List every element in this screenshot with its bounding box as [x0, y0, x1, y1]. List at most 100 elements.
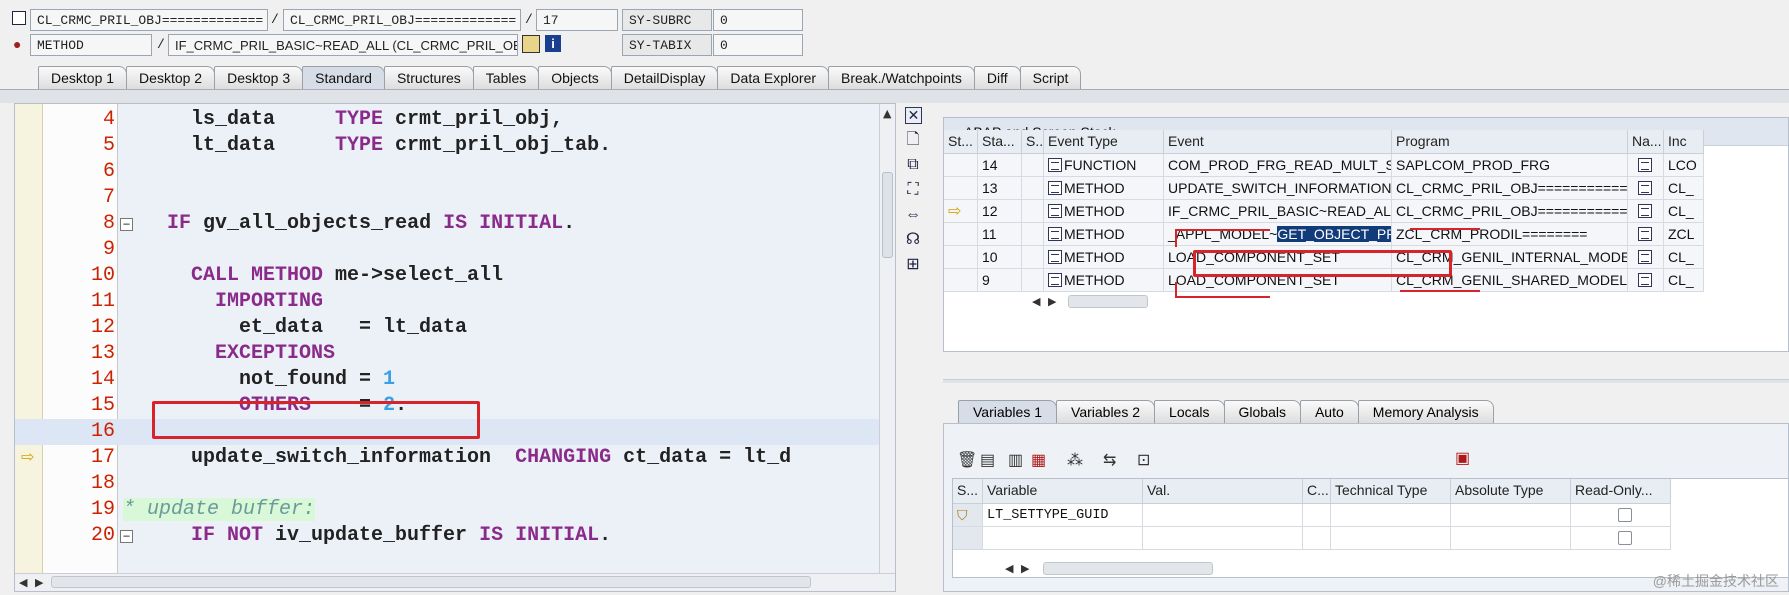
tab-memory-analysis[interactable]: Memory Analysis — [1357, 400, 1494, 424]
headset-icon[interactable]: ☊ — [902, 230, 924, 250]
scroll-right-icon[interactable]: ▶ — [1048, 295, 1056, 308]
code-line[interactable]: 7 — [15, 185, 881, 211]
navigate-icon[interactable] — [1638, 273, 1652, 287]
delete-icon[interactable]: 🗑 — [957, 451, 977, 471]
delete-row-icon[interactable]: ▦ — [1031, 451, 1046, 471]
tab-standard[interactable]: Standard — [302, 66, 385, 90]
code-line[interactable]: 19 * update buffer: — [15, 497, 881, 523]
stack-include[interactable]: CL_ — [1664, 200, 1704, 223]
scroll-h-thumb[interactable] — [1043, 562, 1213, 575]
variable-name-input[interactable] — [983, 527, 1143, 550]
scroll-left-icon[interactable]: ◀ — [1032, 295, 1040, 308]
code-line[interactable]: 12 et_data = lt_data — [15, 315, 881, 341]
stack-column-header[interactable]: Event Type — [1044, 130, 1164, 154]
stack-status[interactable] — [1022, 154, 1044, 177]
navigate-icon[interactable] — [1628, 154, 1664, 177]
stack-event-type[interactable]: METHOD — [1044, 200, 1164, 223]
navigate-icon[interactable] — [1628, 246, 1664, 269]
stack-column-header[interactable]: Program — [1392, 130, 1628, 154]
program-field[interactable]: CL_CRMC_PRIL_OBJ============= — [30, 9, 268, 31]
tab-variables-1[interactable]: Variables 1 — [958, 400, 1058, 424]
include-field[interactable]: CL_CRMC_PRIL_OBJ============= — [283, 9, 521, 31]
variables-cell[interactable] — [1303, 527, 1331, 550]
stack-column-header[interactable]: Na... — [1628, 130, 1664, 154]
stack-row-marker[interactable]: ⇨ — [944, 200, 978, 223]
tab-desktop-1[interactable]: Desktop 1 — [38, 66, 128, 90]
tab-desktop-3[interactable]: Desktop 3 — [214, 66, 304, 90]
variables-cell[interactable]: ⛉ — [953, 504, 983, 527]
stack-level[interactable]: 13 — [978, 177, 1022, 200]
variables-column-header[interactable]: Read-Only... — [1571, 479, 1671, 504]
tab-structures[interactable]: Structures — [383, 66, 474, 90]
code-line[interactable]: 17 ⇨ update_switch_information CHANGING c… — [15, 445, 881, 471]
scroll-right-icon[interactable]: ▶ — [35, 576, 43, 589]
stack-include[interactable]: CL_ — [1664, 177, 1704, 200]
source-code-editor[interactable]: 4 ls_data TYPE crmt_pril_obj, 5 lt_data T… — [14, 103, 896, 592]
navigate-icon[interactable] — [1638, 227, 1652, 241]
stack-program[interactable]: ZCL_CRM_PRODIL======== — [1392, 223, 1628, 246]
stack-level[interactable]: 11 — [978, 223, 1022, 246]
line-number-field[interactable]: 17 — [536, 9, 618, 31]
code-line[interactable]: 4 ls_data TYPE crmt_pril_obj, — [15, 107, 881, 133]
collapse-icon[interactable]: − — [120, 218, 133, 231]
scroll-left-icon[interactable]: ◀ — [19, 576, 27, 589]
stack-event-type[interactable]: METHOD — [1044, 269, 1164, 292]
stack-column-header[interactable]: St... — [944, 130, 978, 154]
variables-hscroll[interactable]: ◀ ▶ — [1005, 561, 1765, 577]
scroll-h-thumb[interactable] — [1068, 295, 1148, 308]
navigate-icon[interactable] — [1638, 158, 1652, 172]
close-icon[interactable]: ✕ — [905, 107, 922, 124]
tab-detaildisplay[interactable]: DetailDisplay — [610, 66, 719, 90]
stack-program[interactable]: CL_CRMC_PRIL_OBJ=========== — [1392, 200, 1628, 223]
stack-event-type[interactable]: FUNCTION — [1044, 154, 1164, 177]
stack-status[interactable] — [1022, 177, 1044, 200]
info-icon[interactable]: i — [545, 35, 561, 52]
code-line[interactable]: 10 CALL METHOD me->select_all — [15, 263, 881, 289]
navigate-icon[interactable] — [1628, 269, 1664, 292]
code-line[interactable]: 20− IF NOT iv_update_buffer IS INITIAL. — [15, 523, 881, 549]
navigate-icon[interactable] — [1628, 177, 1664, 200]
variables-cell[interactable] — [1143, 504, 1303, 527]
sysvar-value-tabix[interactable]: 0 — [713, 34, 803, 56]
variables-cell[interactable] — [1571, 504, 1671, 527]
stack-status[interactable] — [1022, 223, 1044, 246]
method-field[interactable]: IF_CRMC_PRIL_BASIC~READ_ALL (CL_CRMC_PRI… — [168, 34, 518, 56]
stack-level[interactable]: 12 — [978, 200, 1022, 223]
stack-include[interactable]: LCO — [1664, 154, 1704, 177]
stack-status[interactable] — [1022, 200, 1044, 223]
stack-hscroll[interactable]: ◀ ▶ — [1032, 294, 1772, 310]
scroll-up-icon[interactable]: ▲ — [883, 107, 891, 120]
variables-column-header[interactable]: C... — [1303, 479, 1331, 504]
variables-column-header[interactable]: Val. — [1143, 479, 1303, 504]
save-icon[interactable]: ▣ — [1455, 449, 1470, 469]
tab-locals[interactable]: Locals — [1154, 400, 1225, 424]
code-line[interactable]: 13 EXCEPTIONS — [15, 341, 881, 367]
structure-icon[interactable]: ⁂ — [1067, 451, 1083, 471]
tab-diff[interactable]: Diff — [973, 66, 1021, 90]
stack-column-header[interactable]: S.. — [1022, 130, 1044, 154]
stack-level[interactable]: 10 — [978, 246, 1022, 269]
stack-level[interactable]: 14 — [978, 154, 1022, 177]
stack-row-marker[interactable] — [944, 223, 978, 246]
variables-cell[interactable] — [1303, 504, 1331, 527]
scroll-left-icon[interactable]: ◀ — [1005, 562, 1013, 575]
stack-column-header[interactable]: Event — [1164, 130, 1392, 154]
code-line[interactable]: 11 IMPORTING — [15, 289, 881, 315]
stack-column-header[interactable]: Inc — [1664, 130, 1704, 154]
stack-status[interactable] — [1022, 246, 1044, 269]
stack-row-marker[interactable] — [944, 177, 978, 200]
stack-event[interactable]: IF_CRMC_PRIL_BASIC~READ_ALL — [1164, 200, 1392, 223]
stack-include[interactable]: CL_ — [1664, 246, 1704, 269]
code-line[interactable]: 8− IF gv_all_objects_read IS INITIAL. — [15, 211, 881, 237]
variables-cell[interactable] — [1571, 527, 1671, 550]
new-window-icon[interactable]: 🗋 — [902, 130, 924, 150]
variables-cell[interactable] — [1331, 527, 1451, 550]
tab-desktop-2[interactable]: Desktop 2 — [126, 66, 216, 90]
variables-cell[interactable] — [1451, 504, 1571, 527]
resize-icon[interactable]: ⇔ — [902, 205, 924, 225]
stack-event-type[interactable]: METHOD — [1044, 223, 1164, 246]
read-only-checkbox[interactable] — [1618, 531, 1632, 545]
tab-script[interactable]: Script — [1019, 66, 1082, 90]
stack-row-marker[interactable] — [944, 269, 978, 292]
stack-row-marker[interactable] — [944, 154, 978, 177]
